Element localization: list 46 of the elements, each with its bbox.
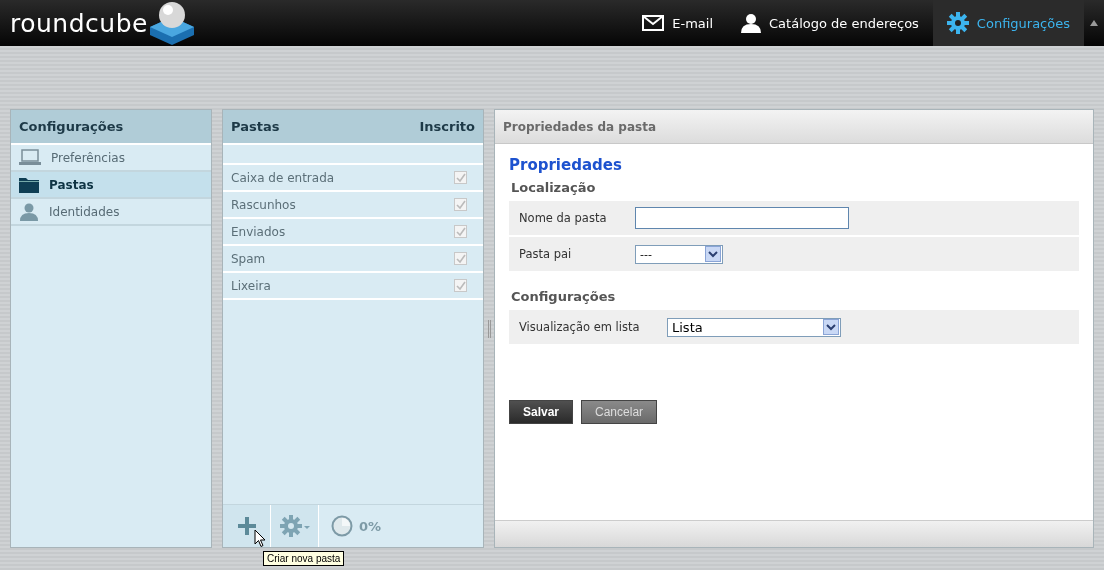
folder-row[interactable]: Caixa de entrada <box>223 165 483 192</box>
dropdown[interactable]: Lista <box>667 317 841 337</box>
column-header: Pastas <box>231 119 280 134</box>
folder-actions-button[interactable] <box>271 505 319 547</box>
scroll-arrow-icon[interactable] <box>1090 20 1098 26</box>
field-label: Nome da pasta <box>519 211 608 225</box>
nav-tab[interactable]: Catálogo de endereços <box>727 0 933 46</box>
quota-pie-icon <box>331 515 353 537</box>
sidebar-item[interactable]: Pastas <box>11 172 211 199</box>
column-header: Inscrito <box>419 119 475 134</box>
nav-tab[interactable]: Configurações <box>932 0 1084 46</box>
input-field[interactable] <box>635 207 849 229</box>
logo-text: roundcube <box>10 8 148 38</box>
add-folder-button[interactable] <box>223 505 271 547</box>
subscribe-checkbox[interactable] <box>454 225 467 238</box>
gear-icon <box>946 12 969 34</box>
field-label: Pasta pai <box>519 247 573 261</box>
panel-title: Propriedades da pasta <box>503 119 656 134</box>
subscribe-checkbox[interactable] <box>454 171 467 184</box>
quota-text: 0% <box>359 518 382 534</box>
sidebar-item[interactable]: Identidades <box>11 199 211 226</box>
form-heading: Propriedades <box>509 156 623 174</box>
folder-row[interactable]: Rascunhos <box>223 192 483 219</box>
folder-row[interactable]: Enviados <box>223 219 483 246</box>
subscribe-checkbox[interactable] <box>454 198 467 211</box>
tooltip: Criar nova pasta <box>263 551 345 566</box>
section-legend: Localização <box>511 180 1079 195</box>
section-legend: Configurações <box>511 289 1079 304</box>
field-label: Visualização em lista <box>519 320 641 334</box>
subscribe-checkbox[interactable] <box>454 252 467 265</box>
plus-icon <box>237 517 256 535</box>
nav-tab[interactable]: E-mail <box>628 0 728 46</box>
laptop-icon <box>19 148 41 167</box>
folder-row[interactable]: Spam <box>223 246 483 273</box>
form-button[interactable]: Salvar <box>509 400 574 424</box>
panel-title: Configurações <box>19 119 124 134</box>
folder-row[interactable]: Lixeira <box>223 273 483 300</box>
dropdown[interactable]: --- <box>635 244 723 264</box>
person-icon <box>19 202 39 221</box>
gear-icon <box>279 515 310 537</box>
folder-icon <box>19 176 39 193</box>
envelope-icon <box>642 15 665 31</box>
form-button[interactable]: Cancelar <box>581 400 658 424</box>
mouse-cursor-icon <box>254 529 266 548</box>
subscribe-checkbox[interactable] <box>454 279 467 292</box>
person-icon <box>741 13 762 33</box>
